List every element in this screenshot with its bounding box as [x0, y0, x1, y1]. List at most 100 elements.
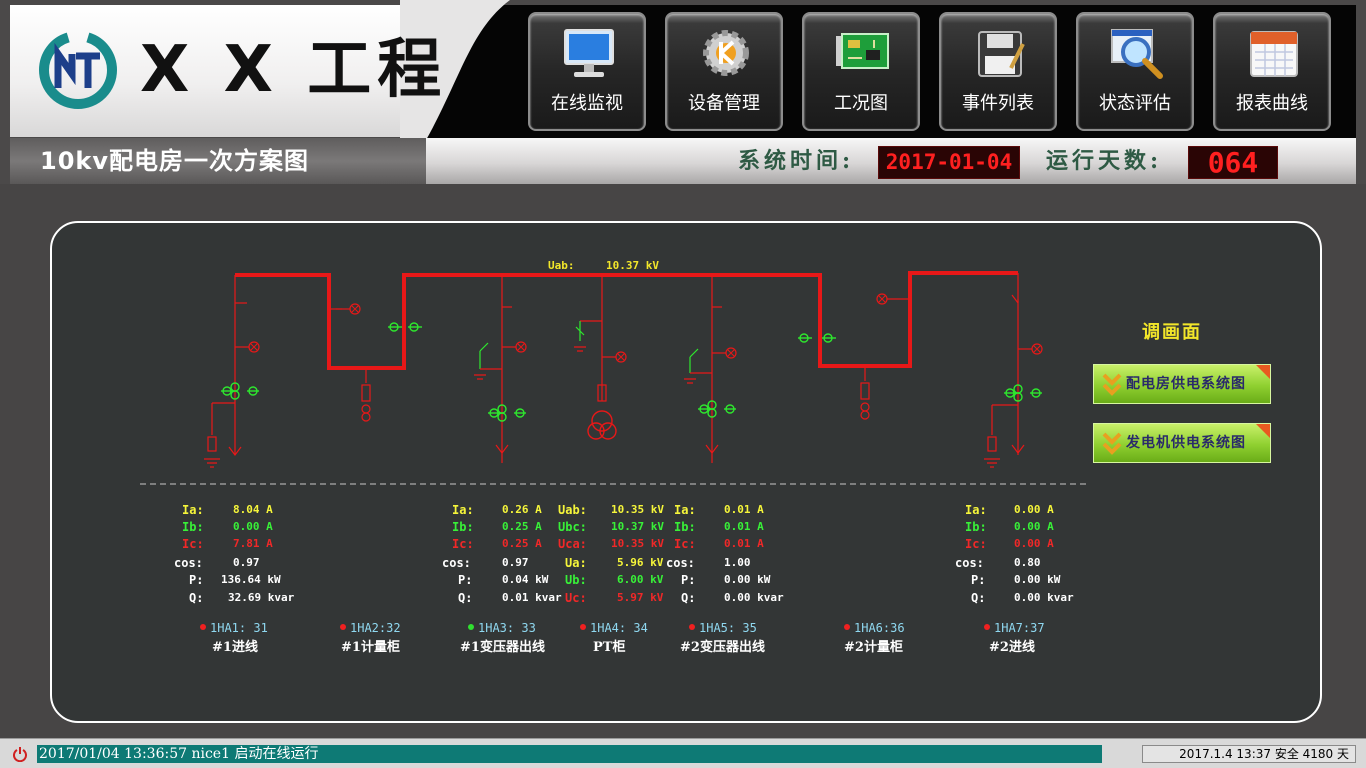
meas-value: 136.64 kW: [221, 573, 281, 586]
feeder-name-4[interactable]: PT柜: [593, 640, 625, 656]
switch-to-generator-button[interactable]: 发电机供电系统图: [1093, 423, 1271, 463]
nav-button-status-evaluation[interactable]: 状态评估: [1076, 12, 1194, 131]
meas-label: P:: [458, 573, 473, 587]
meas-value: 0.00 A: [1014, 537, 1054, 550]
meas-value: 1.00: [724, 556, 751, 569]
button-label: 配电房供电系统图: [1126, 376, 1246, 392]
meas-label: Ib:: [182, 520, 204, 534]
circuit-board-icon: [836, 33, 889, 69]
floppy-disk-icon: [978, 31, 1025, 77]
status-info: 2017.1.4 13:37 安全 4180 天: [1142, 745, 1356, 763]
meas-value: 0.26 A: [502, 503, 542, 516]
feeder-1-incoming-symbol: [204, 275, 260, 468]
magnifier-icon: [1111, 29, 1163, 79]
nav-button-report-curves[interactable]: 报表曲线: [1213, 12, 1331, 131]
power-icon[interactable]: [12, 746, 28, 762]
switch-to-distribution-room-button[interactable]: 配电房供电系统图: [1093, 364, 1271, 404]
nav-button-online-monitor[interactable]: 在线监视: [528, 12, 646, 131]
double-chevron-down-icon: [1102, 373, 1122, 396]
meas-label: Ia:: [965, 503, 987, 517]
feeder-4-pt-symbol: [574, 275, 627, 440]
feeder-name-7[interactable]: #2进线: [989, 640, 1035, 656]
meas-label: Ic:: [674, 537, 696, 551]
double-chevron-down-icon: [1102, 432, 1122, 455]
subtitle-bar: 10kv配电房一次方案图: [10, 138, 426, 184]
screen-switch-title: 调画面: [1142, 322, 1202, 343]
corner-ribbon-icon: [1256, 424, 1270, 438]
meas-label: cos:: [174, 556, 203, 570]
nav-label: 事件列表: [962, 93, 1034, 114]
nav-label: 工况图: [834, 93, 888, 114]
meas-label: Q:: [971, 591, 986, 605]
feeder-name-3[interactable]: #1变压器出线: [460, 640, 545, 656]
feeder-code-text: 1HA6:36: [854, 621, 905, 635]
meas-value: 6.00 kV: [617, 573, 664, 586]
meas-value: 0.80: [1014, 556, 1041, 569]
meas-value: 10.35 kV: [611, 537, 664, 550]
meas-label: cos:: [666, 556, 695, 570]
meas-label: Ub:: [565, 573, 587, 587]
meas-label: Ia:: [182, 503, 204, 517]
feeder-name-5[interactable]: #2变压器出线: [680, 640, 765, 656]
run-days-label: 运行天数:: [1046, 148, 1163, 174]
corner-ribbon-icon: [1256, 365, 1270, 379]
meas-label: Uc:: [565, 591, 587, 605]
feeder-code-text: 1HA2:32: [350, 621, 401, 635]
feeder-name-1[interactable]: #1进线: [212, 640, 258, 656]
meas-value: 0.97: [233, 556, 260, 569]
feeder-3-transformer-symbol: [474, 275, 527, 463]
company-logo-icon: [39, 31, 117, 109]
meas-value: 7.81 A: [233, 537, 273, 550]
meas-value: 8.04 A: [233, 503, 273, 516]
nav-label: 状态评估: [1099, 93, 1171, 114]
meas-label: Uca:: [558, 537, 587, 551]
system-time-label: 系统时间:: [738, 148, 855, 174]
nav-label: 设备管理: [688, 93, 760, 114]
feeder-code-2: 1HA2:32: [340, 621, 401, 635]
feeder-code-1: 1HA1: 31: [200, 621, 268, 635]
meas-value: 0.00 kvar: [1014, 591, 1074, 604]
nav-button-device-management[interactable]: 设备管理: [665, 12, 783, 131]
status-bar: 2017/01/04 13:36:57 nice1 启动在线运行 2017.1.…: [0, 738, 1366, 768]
status-dot: [984, 624, 990, 630]
meas-value: 32.69 kvar: [228, 591, 295, 604]
meas-label: Ic:: [965, 537, 987, 551]
meas-label: Q:: [681, 591, 696, 605]
nav-button-event-list[interactable]: 事件列表: [939, 12, 1057, 131]
status-dot: [468, 624, 474, 630]
run-days-display: 064: [1188, 146, 1278, 179]
meas-value: 0.01 A: [724, 537, 764, 550]
bus-voltage-label: Uab:: [548, 259, 575, 272]
meas-value: 0.01 A: [724, 503, 764, 516]
meas-value: 0.00 A: [1014, 503, 1054, 516]
feeder-code-text: 1HA5: 35: [699, 621, 757, 635]
bus-voltage-value: 10.37 kV: [606, 259, 659, 272]
meas-value: 0.01 A: [724, 520, 764, 533]
feeder-code-5: 1HA5: 35: [689, 621, 757, 635]
header: X X 工程 10kv配电房一次方案图 系统时间: 2017-01-04 运行天…: [0, 0, 1366, 184]
feeder-code-text: 1HA7:37: [994, 621, 1045, 635]
meas-label: Ib:: [965, 520, 987, 534]
feeder-name-2[interactable]: #1计量柜: [341, 640, 400, 656]
feeder-name-6[interactable]: #2计量柜: [844, 640, 903, 656]
app-window: X X 工程 10kv配电房一次方案图 系统时间: 2017-01-04 运行天…: [0, 0, 1366, 768]
nav-button-working-condition[interactable]: 工况图: [802, 12, 920, 131]
meas-value: 5.97 kV: [617, 591, 664, 604]
feeder-code-4: 1HA4: 34: [580, 621, 648, 635]
monitor-icon: [564, 29, 614, 77]
meas-value: 5.96 kV: [617, 556, 664, 569]
meas-label: cos:: [955, 556, 984, 570]
meas-value: 0.25 A: [502, 520, 542, 533]
meas-value: 0.00 A: [1014, 520, 1054, 533]
nav-label: 在线监视: [551, 93, 623, 114]
status-dot: [689, 624, 695, 630]
feeder-code-text: 1HA4: 34: [590, 621, 648, 635]
feeder-code-text: 1HA3: 33: [478, 621, 536, 635]
meas-value: 0.25 A: [502, 537, 542, 550]
feeder-7-incoming-symbol: [984, 273, 1043, 468]
meas-label: P:: [681, 573, 696, 587]
meas-label: Q:: [458, 591, 473, 605]
meas-label: Ib:: [674, 520, 696, 534]
system-status-strip: 系统时间: 2017-01-04 运行天数: 064: [426, 138, 1356, 184]
feeder-code-3: 1HA3: 33: [468, 621, 536, 635]
